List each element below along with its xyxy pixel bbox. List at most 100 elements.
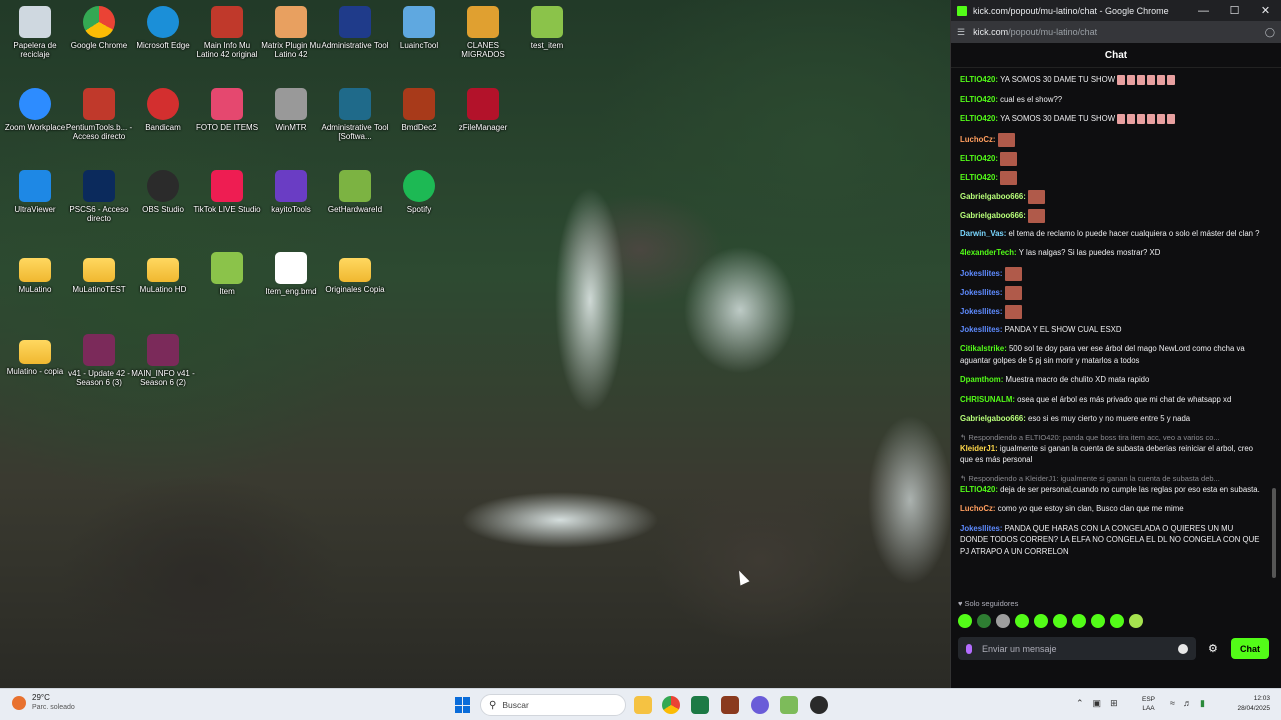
chat-username[interactable]: LuchoCz: [960,504,998,513]
emote-shortcut-icon[interactable] [1053,614,1067,628]
mic-icon[interactable] [966,643,972,654]
chrome-taskbar-icon[interactable] [662,696,680,714]
chat-username[interactable]: ELTIO420: [960,75,1000,84]
chat-username[interactable]: Gabrielgaboo666: [960,211,1028,220]
emote-shortcut-icon[interactable] [1091,614,1105,628]
chat-username[interactable]: Jokesllites: [960,325,1005,334]
chat-message: Jokesllites: [960,266,1262,281]
maximize-button[interactable]: ☐ [1219,0,1250,21]
chat-username[interactable]: LuchoCz: [960,135,998,144]
desktop-icon[interactable]: Microsoft Edge [128,6,198,50]
desktop-icon[interactable]: Item_eng.bmd [256,252,326,296]
desktop-icon[interactable]: BmdDec2 [384,88,454,132]
taskbar-clock[interactable]: 12:03 28/04/2025 [1224,694,1270,714]
emote-shortcut-icon[interactable] [1072,614,1086,628]
chat-username[interactable]: CHRISUNALM: [960,395,1017,404]
url-text[interactable]: kick.com/popout/mu-latino/chat [973,27,1265,37]
desktop-icon[interactable]: Bandicam [128,88,198,132]
desktop-icon[interactable]: FOTO DE ITEMS [192,88,262,132]
desktop-icon[interactable]: WinMTR [256,88,326,132]
chat-username[interactable]: Gabrielgaboo666: [960,192,1028,201]
desktop-icon[interactable]: Administrative Tool [320,6,390,50]
app-taskbar-icon[interactable] [810,696,828,714]
chat-username[interactable]: ELTIO420: [960,485,1000,494]
desktop-icon[interactable]: TikTok LIVE Studio [192,170,262,214]
desktop-icon[interactable]: test_item [512,6,582,50]
chat-username[interactable]: Citikalstrike: [960,344,1009,353]
desktop-icon[interactable]: Zoom Workplace [0,88,70,132]
chat-username[interactable]: ELTIO420: [960,154,1000,163]
desktop-icon[interactable]: GetHardwareId [320,170,390,214]
start-button[interactable] [455,697,471,713]
battery-icon[interactable]: ▮ [1200,698,1205,709]
chat-username[interactable]: Dpamthom: [960,375,1005,384]
file-explorer-icon[interactable] [634,696,652,714]
taskbar-search[interactable]: ⚲ Buscar [480,694,626,716]
chat-username[interactable]: ELTIO420: [960,114,1000,123]
chat-username[interactable]: Jokesllites: [960,307,1005,316]
folder-icon [147,258,179,282]
desktop-icon[interactable]: Matrix Plugin Mu Latino 42 [256,6,326,59]
emote-shortcut-icon[interactable] [1015,614,1029,628]
desktop-icon[interactable]: Administrative Tool [Softwa... [320,88,390,141]
chat-username[interactable]: Jokesllites: [960,269,1005,278]
chat-username[interactable]: Gabrielgaboo666: [960,414,1028,423]
chat-message-input[interactable]: Enviar un mensaje [958,637,1196,660]
desktop-icon[interactable]: LuaincTool [384,6,454,50]
desktop-icon[interactable]: MAIN_INFO v41 - Season 6 (2) [128,334,198,387]
chat-username[interactable]: ELTIO420: [960,95,1000,104]
emote-shortcut-icon[interactable] [1129,614,1143,628]
chat-username[interactable]: ELTIO420: [960,173,1000,182]
desktop-icon[interactable]: Mulatino - copia [0,334,70,376]
emote-shortcut-icon[interactable] [996,614,1010,628]
chat-username[interactable]: Jokesllites: [960,524,1005,533]
system-tray[interactable]: ⌃ ▣ ⊞ [1076,698,1118,709]
desktop-icon[interactable]: Papelera de reciclaje [0,6,70,59]
emote-shortcut-icon[interactable] [1110,614,1124,628]
emote-shortcut-icon[interactable] [1034,614,1048,628]
emote-shortcut-icon[interactable] [977,614,991,628]
wifi-icon[interactable]: ≈ [1170,698,1175,709]
desktop-icon[interactable]: Originales Copia [320,252,390,294]
chat-messages[interactable]: ELTIO420: YA SOMOS 30 DAME TU SHOW ELTIO4… [950,74,1270,599]
language-indicator[interactable]: ESP LAA [1142,695,1155,713]
desktop-icon[interactable]: Google Chrome [64,6,134,50]
discord-taskbar-icon[interactable] [751,696,769,714]
desktop-icon[interactable]: MuLatino HD [128,252,198,294]
site-info-icon[interactable]: ☰ [957,27,965,38]
desktop-icon[interactable]: OBS Studio [128,170,198,214]
close-button[interactable]: ✕ [1250,0,1281,21]
chat-username[interactable]: Jokesllites: [960,288,1005,297]
desktop-icon[interactable]: Spotify [384,170,454,214]
desktop-icon[interactable]: MuLatinoTEST [64,252,134,294]
desktop-icon[interactable]: UltraViewer [0,170,70,214]
chat-username[interactable]: Darwin_Vas: [960,229,1009,238]
chevron-up-icon[interactable]: ⌃ [1076,698,1084,709]
notepad-taskbar-icon[interactable] [780,696,798,714]
chat-username[interactable]: 4lexanderTech: [960,248,1019,257]
excel-taskbar-icon[interactable] [691,696,709,714]
volume-icon[interactable]: ♬ [1183,698,1192,709]
minimize-button[interactable]: — [1188,0,1219,21]
eye-off-icon[interactable]: ◯ [1265,27,1275,38]
chat-username[interactable]: KleiderJ1: [960,444,1000,453]
desktop-icon[interactable]: v41 - Update 42 - Season 6 (3) [64,334,134,387]
emote-shortcut-icon[interactable] [958,614,972,628]
network-icon[interactable]: ▣ [1093,698,1102,709]
game-taskbar-icon[interactable] [721,696,739,714]
chat-send-button[interactable]: Chat [1231,638,1269,659]
address-bar[interactable]: ☰ kick.com/popout/mu-latino/chat ◯ [951,21,1281,43]
desktop-icon[interactable]: CLANES MIGRADOS [448,6,518,59]
desktop-icon[interactable]: zFileManager [448,88,518,132]
usb-icon[interactable]: ⊞ [1110,698,1118,709]
desktop-icon[interactable]: MuLatino [0,252,70,294]
desktop-icon[interactable]: PSCS6 - Acceso directo [64,170,134,223]
desktop-icon[interactable]: Main Info Mu Latino 42 original [192,6,262,59]
desktop-icon[interactable]: PentiumTools.b... - Acceso directo [64,88,134,141]
chat-scrollbar[interactable] [1272,488,1276,578]
weather-widget[interactable]: 29°C Parc. soleado [12,693,75,713]
desktop-icon[interactable]: Item [192,252,262,296]
chat-settings-gear-icon[interactable]: ⚙ [1208,642,1218,655]
desktop-icon[interactable]: kayitoTools [256,170,326,214]
emoji-icon[interactable] [1178,643,1188,654]
